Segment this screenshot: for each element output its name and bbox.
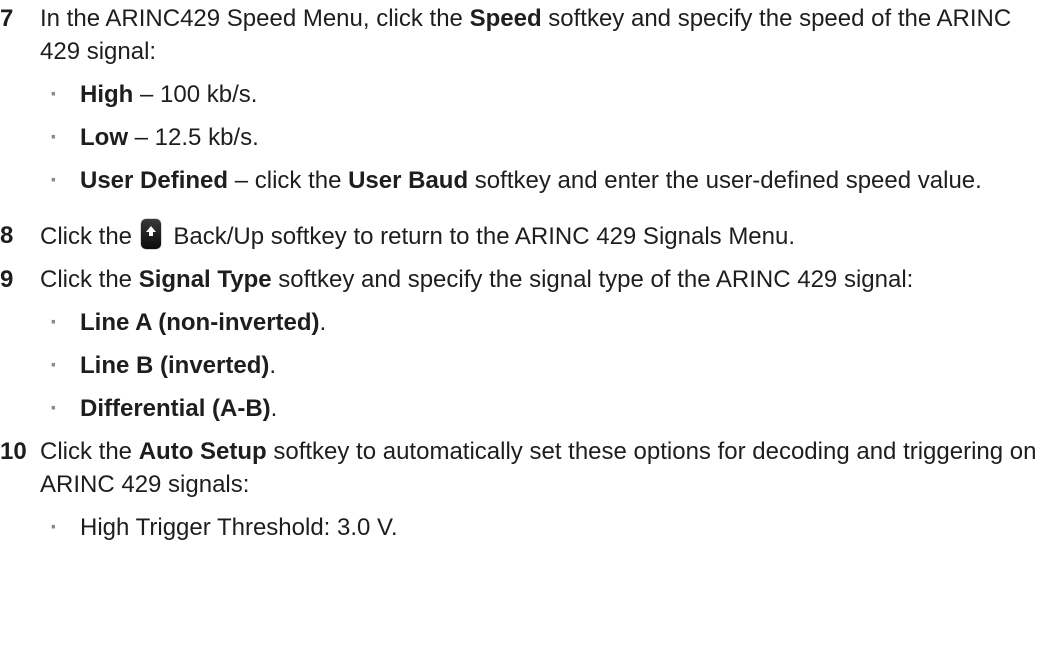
step-number: 10 (0, 438, 27, 465)
step-9: 9 Click the Signal Type softkey and spec… (0, 263, 1057, 425)
list-item: Low – 12.5 kb/s. (40, 121, 1050, 154)
auto-setup-options-list: High Trigger Threshold: 3.0 V. (40, 511, 1057, 544)
step-text: Click the Back/Up softkey to return to t… (40, 219, 1055, 253)
step-text: In the ARINC429 Speed Menu, click the Sp… (40, 5, 1012, 65)
step-10: 10 Click the Auto Setup softkey to autom… (0, 435, 1057, 544)
step-number: 9 (0, 266, 14, 293)
list-item: Line B (inverted). (40, 349, 1050, 382)
list-item: High Trigger Threshold: 3.0 V. (40, 511, 1050, 544)
list-item: Differential (A-B). (40, 392, 1050, 425)
list-item: High – 100 kb/s. (40, 78, 1050, 111)
signal-type-options-list: Line A (non-inverted). Line B (inverted)… (40, 306, 1057, 425)
softkey-name: Signal Type (138, 266, 272, 293)
speed-options-list: High – 100 kb/s. Low – 12.5 kb/s. User D… (40, 78, 1057, 197)
step-text: Click the Signal Type softkey and specif… (40, 266, 914, 293)
step-number: 7 (0, 5, 14, 32)
step-number: 8 (0, 222, 14, 249)
list-item: User Defined – click the User Baud softk… (40, 164, 1050, 197)
step-8: 8 Click the Back/Up softkey to return to… (0, 219, 1057, 253)
step-text: Click the Auto Setup softkey to automati… (40, 438, 1037, 498)
step-7: 7 In the ARINC429 Speed Menu, click the … (0, 2, 1057, 197)
list-item: Line A (non-inverted). (40, 306, 1050, 339)
back-up-softkey-icon (140, 219, 161, 249)
softkey-name: Auto Setup (138, 438, 267, 465)
document-page: 7 In the ARINC429 Speed Menu, click the … (0, 2, 1057, 554)
softkey-name: Speed (469, 5, 542, 32)
